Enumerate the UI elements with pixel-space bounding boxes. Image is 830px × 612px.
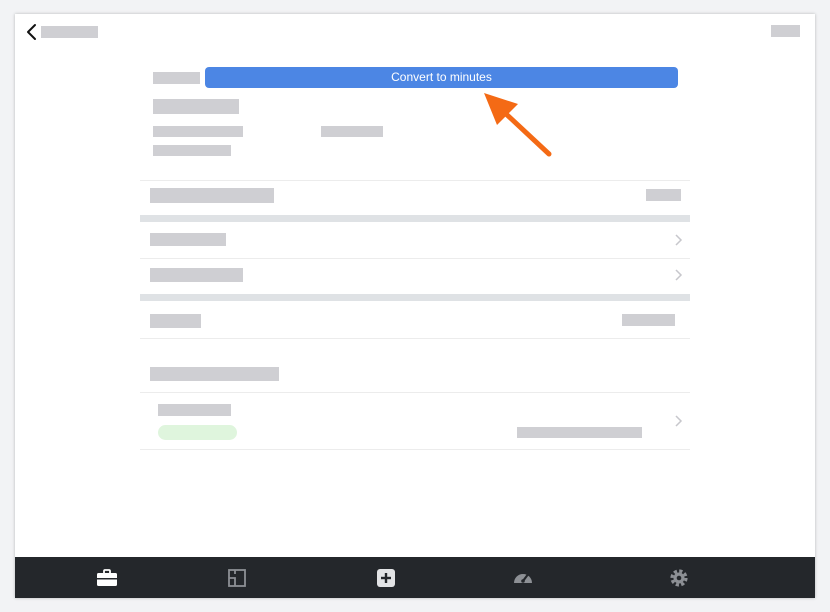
convert-to-minutes-button[interactable]: Convert to minutes (205, 67, 678, 88)
status-badge (158, 425, 237, 440)
detail-placeholder-2 (321, 126, 383, 137)
floorplan-icon[interactable] (225, 566, 249, 590)
summary-label-placeholder (150, 188, 274, 203)
summary-value-placeholder (646, 189, 681, 201)
top-action-placeholder[interactable] (771, 25, 800, 37)
app-window: Convert to minutes (15, 14, 815, 598)
section-separator (140, 294, 690, 301)
list-item[interactable] (140, 259, 690, 294)
section-header-placeholder (150, 367, 279, 381)
divider (140, 338, 690, 339)
chevron-right-icon (675, 234, 683, 246)
section-separator (140, 215, 690, 222)
back-label-placeholder[interactable] (41, 26, 98, 38)
annotation-arrow-icon (484, 93, 552, 157)
detail-placeholder-1 (153, 126, 243, 137)
gear-icon[interactable] (667, 566, 691, 590)
list-item[interactable] (140, 393, 690, 449)
divider (140, 449, 690, 450)
briefcase-icon[interactable] (95, 566, 119, 590)
row-value-placeholder (622, 314, 675, 326)
chevron-right-icon (675, 269, 683, 281)
list-item-label-placeholder (150, 233, 226, 246)
list-item-title-placeholder (158, 404, 231, 416)
list-item-meta-placeholder (517, 427, 642, 438)
plus-square-icon[interactable] (374, 566, 398, 590)
chevron-right-icon (675, 415, 683, 427)
detail-placeholder-3 (153, 145, 231, 156)
divider (140, 180, 690, 181)
list-item[interactable] (140, 222, 690, 259)
gauge-icon[interactable] (511, 566, 535, 590)
list-item-label-placeholder (150, 268, 243, 282)
bottom-tab-bar (15, 557, 815, 598)
row-label-placeholder (150, 314, 201, 328)
field-label-placeholder (153, 72, 200, 84)
chevron-left-icon[interactable] (24, 23, 40, 41)
title-placeholder (153, 99, 239, 114)
